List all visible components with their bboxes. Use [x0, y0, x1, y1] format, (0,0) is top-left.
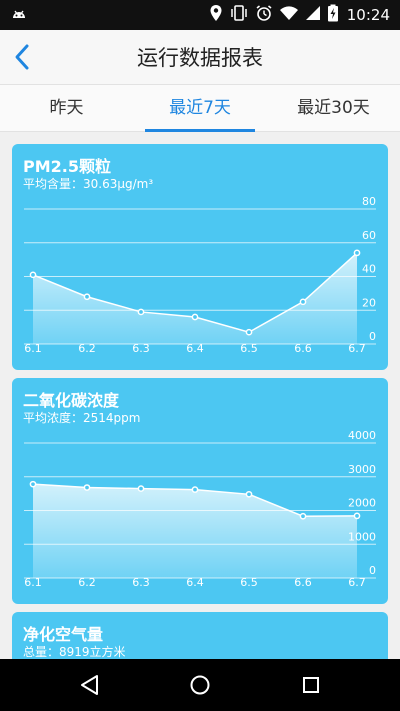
tab-yesterday[interactable]: 昨天	[0, 85, 133, 131]
x-tick-label: 6.1	[24, 342, 42, 355]
wifi-icon	[279, 4, 299, 26]
nav-recents-icon[interactable]	[296, 670, 326, 700]
x-tick-label: 6.1	[24, 576, 42, 589]
y-tick-label: 0	[369, 330, 376, 343]
card-subtitle: 总量：8919立方米	[23, 645, 126, 659]
x-tick-label: 6.6	[294, 342, 312, 355]
x-tick-label: 6.2	[78, 342, 96, 355]
data-point	[83, 293, 91, 301]
y-tick-label: 4000	[348, 429, 376, 442]
status-bar: 10:24	[0, 0, 400, 30]
battery-charging-icon	[327, 4, 339, 26]
page-title: 运行数据报表	[137, 46, 263, 70]
data-point	[245, 328, 253, 336]
data-point	[191, 313, 199, 321]
x-tick-label: 6.5	[240, 342, 258, 355]
purified-air-card: 净化空气量 总量：8919立方米	[12, 612, 388, 659]
nav-back-icon[interactable]	[75, 670, 105, 700]
report-list[interactable]: PM2.5颗粒 平均含量：30.63μg/m³ 0 20 40 60 80 6.1 6.2 6…	[0, 132, 400, 659]
android-debug-icon	[10, 6, 28, 28]
vibrate-icon	[229, 4, 249, 26]
alarm-icon	[255, 4, 273, 26]
y-tick-label: 2000	[348, 497, 376, 510]
data-point	[191, 486, 199, 493]
co2-card: 二氧化碳浓度 平均浓度：2514ppm 0 1000 2000 3000 4000 6.1…	[12, 378, 388, 604]
x-tick-label: 6.3	[132, 576, 150, 589]
y-tick-label: 20	[362, 296, 376, 309]
tab-last-7-days[interactable]: 最近7天	[133, 85, 267, 131]
x-tick-label: 6.7	[348, 342, 366, 355]
x-tick-label: 6.3	[132, 342, 150, 355]
y-tick-label: 60	[362, 229, 376, 242]
navigation-bar	[0, 659, 400, 711]
x-tick-label: 6.2	[78, 576, 96, 589]
data-point	[83, 484, 91, 491]
y-tick-label: 3000	[348, 463, 376, 476]
x-tick-label: 6.5	[240, 576, 258, 589]
signal-icon	[305, 4, 321, 26]
location-icon	[209, 4, 223, 26]
y-tick-label: 40	[362, 263, 376, 276]
data-point	[245, 490, 253, 498]
x-tick-label: 6.7	[348, 576, 366, 589]
data-point	[29, 271, 37, 279]
status-time: 10:24	[346, 6, 390, 24]
data-point	[29, 480, 37, 488]
y-tick-label: 0	[369, 564, 376, 577]
x-tick-label: 6.4	[186, 576, 204, 589]
series-area	[33, 252, 357, 344]
data-point	[353, 249, 361, 257]
y-tick-label: 80	[362, 195, 376, 208]
co2-chart: 010002000300040006.1 6.2 6.3 6.4 6.5 6.6 6.7	[24, 429, 376, 589]
data-point	[299, 298, 307, 306]
data-point	[299, 512, 307, 520]
series-area	[33, 484, 357, 578]
x-tick-label: 6.4	[186, 342, 204, 355]
nav-home-icon[interactable]	[185, 670, 215, 700]
data-point	[137, 485, 145, 492]
pm25-card: PM2.5颗粒 平均含量：30.63μg/m³ 0 20 40 60 80 6.1 6.2 6…	[12, 144, 388, 370]
data-point	[353, 512, 361, 520]
card-title: 净化空气量	[23, 625, 104, 644]
x-tick-label: 6.6	[294, 576, 312, 589]
tab-last-30-days[interactable]: 最近30天	[267, 85, 400, 131]
app-bar: 运行数据报表	[0, 30, 400, 84]
tab-bar: 昨天 最近7天 最近30天	[0, 84, 400, 132]
pm25-chart: 0 20 40 60 80 6.1 6.2 6.3 6.4 6.5 6.6 6.7	[24, 195, 376, 355]
data-point	[137, 308, 145, 316]
